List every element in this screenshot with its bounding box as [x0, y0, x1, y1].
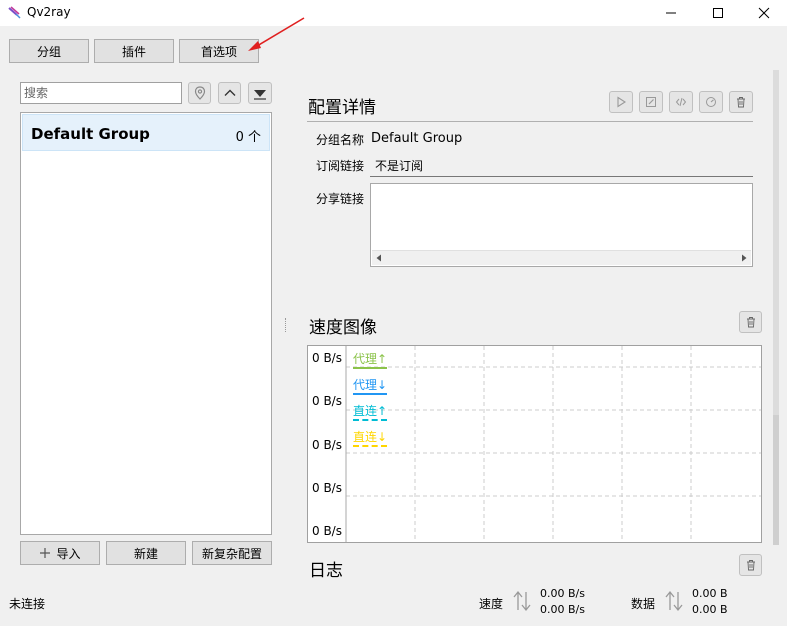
window-title: Qv2ray [27, 5, 71, 19]
subscription-label: 订阅链接 [316, 159, 365, 173]
close-icon [758, 7, 770, 19]
share-link-label: 分享链接 [316, 192, 365, 206]
share-link-box[interactable] [370, 183, 753, 267]
new-button[interactable]: 新建 [106, 541, 186, 565]
speed-label: 速度 [479, 597, 504, 611]
dropdown-triangle-icon [254, 90, 266, 100]
edit-icon [646, 97, 656, 107]
scroll-right-icon[interactable] [740, 254, 748, 262]
subscription-underline [370, 176, 753, 177]
clear-log-button[interactable] [739, 554, 762, 576]
minimize-icon [666, 12, 676, 14]
up-down-arrows-icon [665, 590, 683, 612]
up-down-arrows-icon [513, 590, 531, 612]
plus-icon [40, 548, 51, 558]
maximize-icon [713, 8, 723, 18]
splitter-handle[interactable] [285, 318, 287, 332]
sort-menu-button[interactable] [248, 82, 272, 104]
y-tick-label: 0 B/s [312, 524, 342, 538]
edit-json-button[interactable] [669, 91, 693, 113]
connect-button[interactable] [609, 91, 633, 113]
close-button[interactable] [741, 0, 787, 26]
group-name-label: 分组名称 [316, 133, 365, 147]
import-button[interactable]: 导入 [20, 541, 100, 565]
horizontal-scrollbar[interactable] [372, 250, 751, 265]
group-list[interactable]: Default Group 0 个 [20, 112, 272, 535]
chevron-up-icon [224, 89, 235, 96]
annotation-arrow-icon [248, 17, 305, 51]
group-name-value: Default Group [371, 131, 463, 146]
app-logo-icon [8, 6, 21, 19]
play-icon [617, 96, 627, 108]
collapse-all-button[interactable] [218, 82, 241, 104]
search-input[interactable] [20, 82, 182, 104]
data-up-value: 0.00 B [692, 587, 728, 600]
speedometer-icon [706, 97, 716, 107]
speed-up-value: 0.00 B/s [540, 587, 585, 600]
trash-icon [737, 97, 745, 108]
minimize-button[interactable] [648, 0, 694, 26]
code-icon [675, 97, 687, 107]
delete-button[interactable] [729, 91, 753, 113]
speed-chart: 0 B/s 0 B/s 0 B/s 0 B/s 0 B/s 代理↑ 代理↓ 直连… [307, 345, 762, 543]
y-tick-label: 0 B/s [312, 351, 342, 365]
details-separator [307, 121, 753, 122]
edit-button[interactable] [639, 91, 663, 113]
data-down-value: 0.00 B [692, 603, 728, 616]
group-count: 0 个 [235, 130, 261, 145]
y-tick-label: 0 B/s [312, 394, 342, 408]
locate-button[interactable] [188, 82, 211, 104]
clear-chart-button[interactable] [739, 311, 762, 333]
scroll-left-icon[interactable] [375, 254, 383, 262]
plugins-button[interactable]: 插件 [94, 39, 174, 63]
legend-proxy-up: 代理↑ [353, 350, 388, 369]
connection-status: 未连接 [9, 597, 46, 611]
y-tick-label: 0 B/s [312, 438, 342, 452]
new-complex-config-button[interactable]: 新复杂配置 [192, 541, 272, 565]
group-name: Default Group [31, 125, 150, 143]
details-title: 配置详情 [308, 98, 376, 118]
legend-direct-up: 直连↑ [353, 402, 388, 421]
import-label: 导入 [56, 546, 81, 561]
legend-proxy-down: 代理↓ [353, 376, 388, 395]
latency-test-button[interactable] [699, 91, 723, 113]
log-title: 日志 [309, 561, 343, 581]
trash-icon [746, 560, 755, 571]
groups-button[interactable]: 分组 [9, 39, 89, 63]
speed-down-value: 0.00 B/s [540, 603, 585, 616]
maximize-button[interactable] [695, 0, 741, 26]
vertical-scrollbar-thumb[interactable] [773, 415, 779, 545]
subscription-value: 不是订阅 [375, 159, 424, 173]
y-tick-label: 0 B/s [312, 481, 342, 495]
speed-chart-title: 速度图像 [309, 318, 377, 338]
data-label: 数据 [631, 597, 656, 611]
trash-icon [746, 317, 755, 328]
location-pin-icon [194, 86, 205, 100]
legend-direct-down: 直连↓ [353, 428, 388, 447]
group-item[interactable]: Default Group 0 个 [22, 114, 270, 151]
